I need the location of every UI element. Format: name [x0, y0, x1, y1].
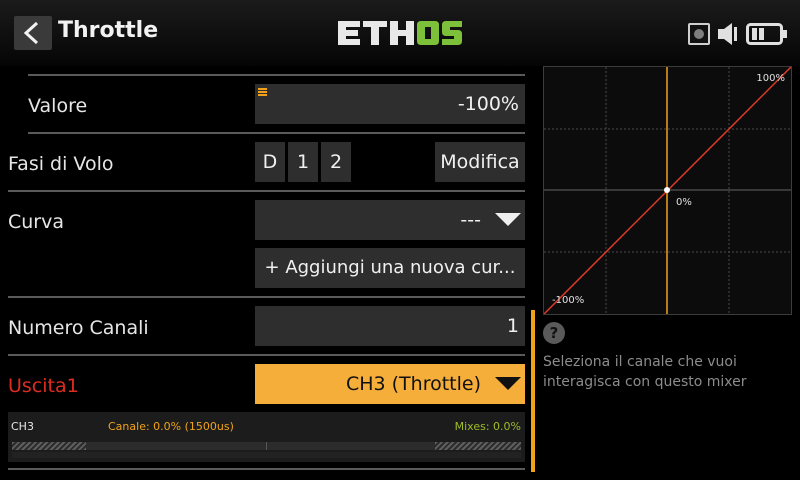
flight-modes-label: Fasi di Volo	[8, 153, 114, 175]
output-label: Uscita1	[8, 375, 79, 397]
flight-mode-1[interactable]: 1	[288, 142, 318, 182]
dropdown-arrow-icon	[495, 213, 521, 226]
monitor-channel: CH3	[11, 420, 34, 433]
channel-count-value: 1	[506, 315, 519, 337]
divider	[8, 354, 525, 356]
divider	[8, 190, 525, 192]
channel-bar	[12, 442, 521, 450]
back-button[interactable]	[14, 16, 52, 50]
add-curve-button[interactable]: + Aggiungi una nuova cur...	[255, 248, 525, 288]
speaker-icon	[718, 23, 737, 45]
monitor-mixes-value: Mixes: 0.0%	[454, 420, 521, 433]
flight-mode-d[interactable]: D	[255, 142, 285, 182]
record-icon	[688, 23, 710, 45]
curve-min-label: -100%	[552, 295, 585, 306]
monitor-channel-value: Canale: 0.0% (1500us)	[108, 420, 234, 433]
divider	[28, 132, 525, 134]
output-select[interactable]: CH3 (Throttle)	[255, 364, 525, 404]
curve-select[interactable]: ---	[255, 200, 525, 240]
curve-label: Curva	[8, 211, 65, 233]
dropdown-arrow-icon	[495, 377, 521, 390]
flight-mode-2[interactable]: 2	[321, 142, 351, 182]
help-text: Seleziona il canale che vuoi interagisca…	[543, 354, 747, 390]
channel-count-label: Numero Canali	[8, 317, 149, 339]
output-select-value: CH3 (Throttle)	[345, 373, 481, 395]
curve-select-value: ---	[460, 209, 481, 231]
header-bar: Throttle	[0, 0, 800, 66]
battery-icon	[746, 23, 787, 45]
divider	[8, 468, 525, 470]
page-title: Throttle	[58, 18, 159, 43]
help-icon: ?	[543, 322, 565, 344]
scrollbar[interactable]	[531, 310, 535, 472]
chevron-left-icon	[23, 21, 39, 45]
curve-center-label: 0%	[676, 197, 692, 208]
value-label: Valore	[28, 95, 88, 117]
channel-count-field[interactable]: 1	[255, 306, 525, 346]
divider	[8, 296, 525, 298]
ethos-logo	[338, 21, 462, 45]
value-field-text: -100%	[457, 93, 519, 115]
mixes-bar	[12, 452, 521, 458]
curve-max-label: 100%	[756, 73, 785, 84]
value-field[interactable]: -100%	[255, 84, 525, 124]
divider	[28, 74, 525, 76]
edit-flight-modes-button[interactable]: Modifica	[435, 142, 525, 182]
menu-icon	[258, 88, 267, 96]
curve-preview: 100% 0% -100%	[543, 66, 792, 315]
channel-monitor: CH3 Canale: 0.0% (1500us) Mixes: 0.0%	[8, 412, 525, 462]
status-area	[688, 20, 788, 48]
